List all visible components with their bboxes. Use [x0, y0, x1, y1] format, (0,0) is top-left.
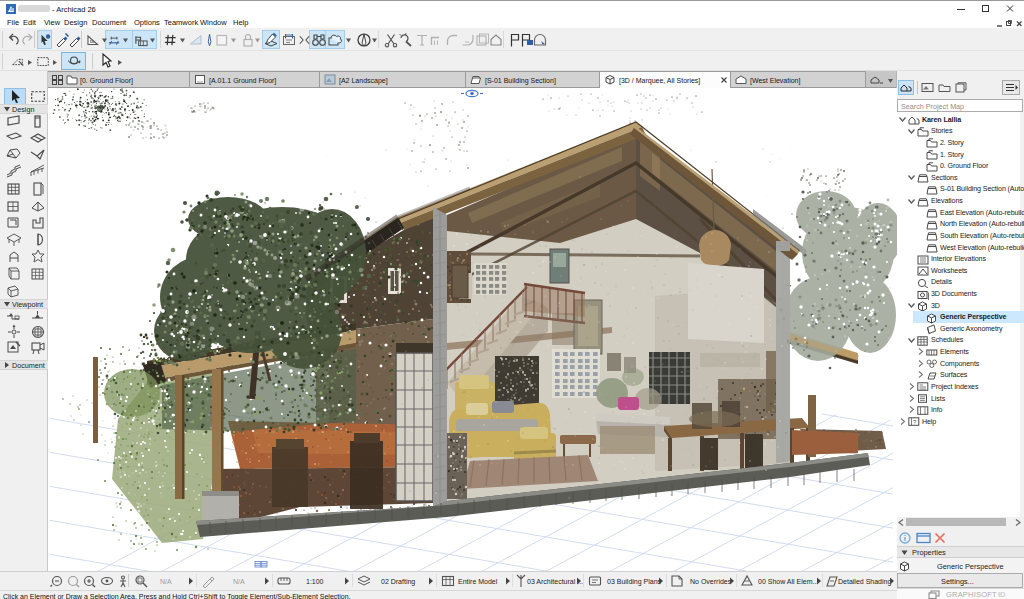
svg-text:?: ? [913, 419, 917, 425]
